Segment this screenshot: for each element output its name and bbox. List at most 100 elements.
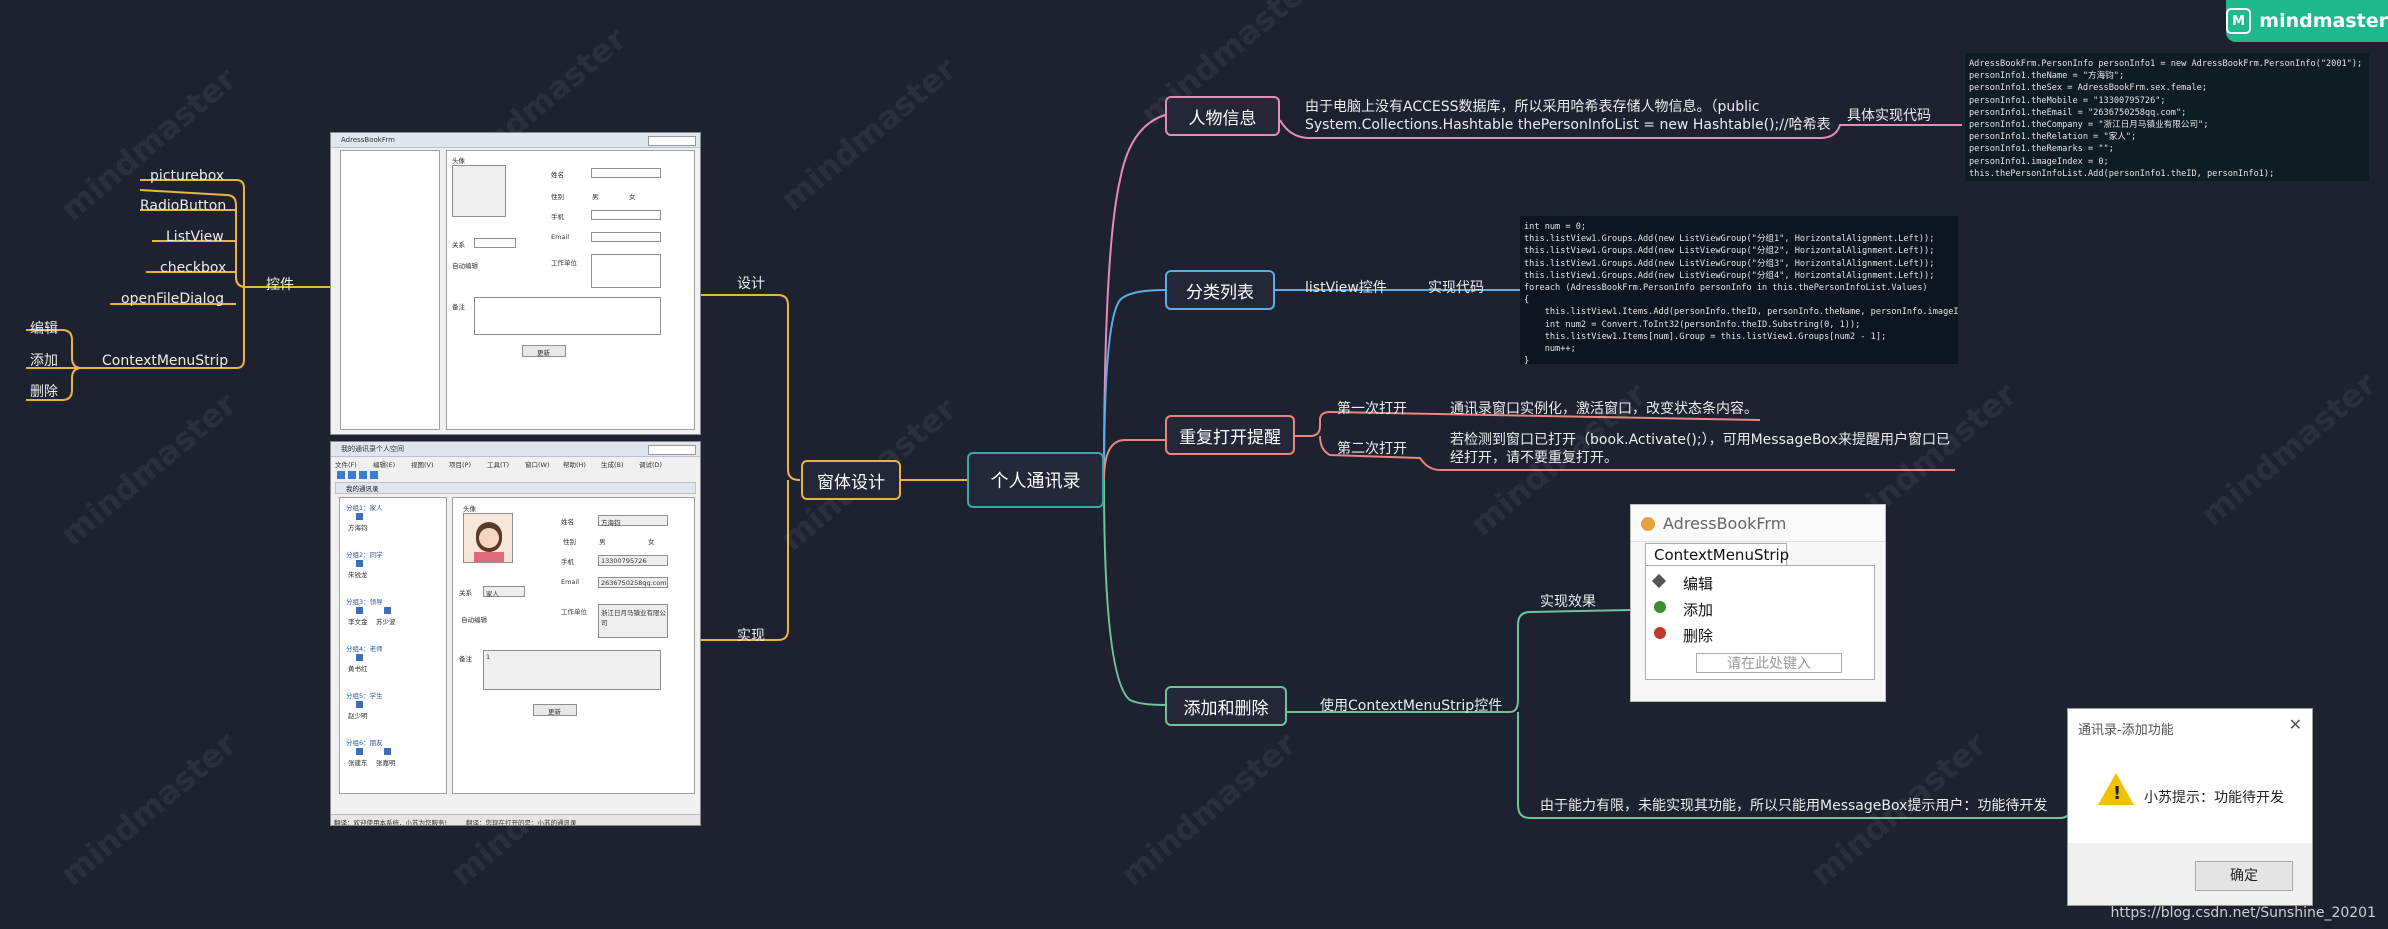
impl-form-window: 我的通讯录个人空间 文件(F) 编辑(E) 视图(V) 项目(P) 工具(T) 窗口(W)…: [330, 441, 701, 826]
impl-mobile-label: 手机: [561, 558, 574, 566]
label-use-contextmenustrip[interactable]: 使用ContextMenuStrip控件: [1320, 697, 1502, 715]
contact-name[interactable]: 张嘉明: [376, 757, 396, 767]
impl-mobile-input[interactable]: 13300795726: [598, 555, 668, 566]
contact-name[interactable]: 赵少明: [348, 710, 368, 720]
label-controls[interactable]: 控件: [266, 276, 294, 294]
design-detail-pane: 头像 姓名 性别 男 女 手机 Email 关系 自动编辑 工作单位 备注 更新: [446, 150, 695, 430]
context-item-edit[interactable]: 编辑: [1646, 570, 1874, 594]
label-effect[interactable]: 实现效果: [1540, 593, 1596, 611]
impl-remarks-input[interactable]: 1: [483, 650, 661, 690]
control-item[interactable]: ListView: [166, 228, 224, 246]
group-header[interactable]: 分组6：朋友: [346, 737, 383, 747]
label-impl-code[interactable]: 实现代码: [1428, 279, 1484, 297]
code-line: int num = 0;: [1524, 222, 1587, 232]
label-impl-code[interactable]: 具体实现代码: [1847, 107, 1931, 125]
design-autostart-checkbox[interactable]: 自动编辑: [452, 260, 478, 270]
group-header[interactable]: 分组5：学生: [346, 690, 383, 700]
source-url[interactable]: https://blog.csdn.net/Sunshine_20201: [2111, 905, 2376, 921]
context-type-here-input[interactable]: 请在此处键入: [1696, 653, 1842, 673]
impl-photo-box[interactable]: [463, 513, 513, 563]
window-controls-icon[interactable]: [648, 136, 696, 146]
label-first-open[interactable]: 第一次打开: [1337, 400, 1407, 418]
close-icon[interactable]: ✕: [2289, 715, 2302, 734]
menu-item[interactable]: 帮助(H): [563, 459, 586, 469]
control-item[interactable]: picturebox: [150, 167, 224, 185]
context-menu-strip-tab[interactable]: ContextMenuStrip: [1645, 543, 1789, 565]
menu-item[interactable]: 窗口(W): [525, 459, 550, 469]
window-controls-icon[interactable]: [648, 445, 696, 455]
context-item[interactable]: 编辑: [30, 320, 58, 338]
menu-item[interactable]: 编辑(E): [373, 459, 395, 469]
impl-name-input[interactable]: 方海钧: [598, 515, 668, 527]
design-remarks-label: 备注: [452, 303, 465, 311]
context-item[interactable]: 添加: [30, 352, 58, 370]
context-menu-screenshot: AdressBookFrm ContextMenuStrip 编辑 添加 删除 …: [1630, 504, 1886, 702]
group-header[interactable]: 分组3：领导: [346, 596, 383, 606]
impl-sex-label: 性别: [563, 538, 576, 546]
impl-female-radio[interactable]: 女: [648, 536, 655, 546]
menu-item[interactable]: 文件(F): [335, 459, 357, 469]
design-update-button[interactable]: 更新: [522, 345, 566, 357]
contact-name[interactable]: 黄书红: [348, 663, 368, 673]
label-second-open[interactable]: 第二次打开: [1337, 440, 1407, 458]
contact-name[interactable]: 张建东: [348, 757, 368, 767]
label-implement[interactable]: 实现: [737, 627, 765, 645]
impl-relation-input[interactable]: 家人: [483, 586, 525, 598]
root-node[interactable]: 个人通讯录: [967, 452, 1104, 508]
toolbar-icon[interactable]: [370, 471, 378, 479]
contact-name[interactable]: 李文金: [348, 616, 368, 626]
design-sex-label: 性别: [551, 193, 564, 201]
node-person-info[interactable]: 人物信息: [1165, 96, 1280, 136]
design-name-input[interactable]: [591, 168, 661, 178]
contact-name[interactable]: 苏少波: [376, 616, 396, 626]
impl-company-input[interactable]: 浙江日月马镇业有限公司: [598, 604, 668, 638]
menu-item[interactable]: 调试(D): [639, 459, 662, 469]
control-item[interactable]: ContextMenuStrip: [102, 352, 228, 370]
menu-item[interactable]: 生成(B): [601, 459, 624, 469]
toolbar-icon[interactable]: [359, 471, 367, 479]
impl-male-radio[interactable]: 男: [599, 536, 606, 546]
design-photo-box[interactable]: [452, 165, 506, 217]
context-item-delete[interactable]: 删除: [1646, 622, 1874, 646]
impl-autostart-checkbox[interactable]: 自动编辑: [461, 614, 487, 624]
control-item[interactable]: checkbox: [160, 259, 226, 277]
menu-item[interactable]: 项目(P): [449, 459, 471, 469]
mindmaster-badge[interactable]: M mindmaster: [2226, 0, 2388, 42]
impl-email-input[interactable]: 2636750258qq.com: [598, 577, 668, 588]
control-item[interactable]: openFileDialog: [121, 290, 224, 308]
node-window-design[interactable]: 窗体设计: [801, 460, 901, 500]
design-female-radio[interactable]: 女: [629, 191, 636, 201]
contact-name[interactable]: 朱锐龙: [348, 569, 368, 579]
node-add-delete[interactable]: 添加和删除: [1165, 686, 1287, 726]
design-company-input[interactable]: [591, 254, 661, 288]
context-item[interactable]: 删除: [30, 383, 58, 401]
group-header[interactable]: 分组2：同学: [346, 549, 383, 559]
ok-button[interactable]: 确定: [2195, 861, 2293, 891]
design-remarks-input[interactable]: [474, 297, 661, 335]
contact-name[interactable]: 方海钧: [348, 522, 368, 532]
person-info-desc: 由于电脑上没有ACCESS数据库，所以采用哈希表存储人物信息。（public: [1305, 99, 1760, 115]
label-design[interactable]: 设计: [737, 275, 765, 293]
design-list-pane[interactable]: [340, 150, 440, 430]
label-listview[interactable]: listView控件: [1305, 279, 1387, 297]
design-mobile-input[interactable]: [591, 210, 661, 220]
contact-icon: [356, 654, 363, 661]
toolbar-icon[interactable]: [348, 471, 356, 479]
context-item-add[interactable]: 添加: [1646, 596, 1874, 620]
node-category-list[interactable]: 分类列表: [1165, 270, 1275, 310]
design-relation-input[interactable]: [474, 238, 516, 248]
impl-toolbar: [335, 470, 395, 480]
node-reopen-reminder[interactable]: 重复打开提醒: [1165, 415, 1295, 455]
group-header[interactable]: 分组1：家人: [346, 502, 383, 512]
menu-item[interactable]: 视图(V): [411, 459, 434, 469]
impl-status-bar: 翻译：欢迎使用本系统，小苏为您服务! 翻译：您现在打开的是：小苏的通讯录: [331, 814, 700, 825]
group-header[interactable]: 分组4：老师: [346, 643, 383, 653]
dialog-title: 通讯录-添加功能: [2078, 723, 2174, 738]
impl-contact-list[interactable]: 分组1：家人 方海钧分组2：同学 朱锐龙分组3：领导 李文金 苏少波分组4：老师 黄书红分…: [339, 497, 447, 794]
design-email-input[interactable]: [591, 232, 661, 242]
impl-update-button[interactable]: 更新: [533, 704, 577, 716]
control-item[interactable]: RadioButton: [140, 197, 226, 215]
design-male-radio[interactable]: 男: [592, 191, 599, 201]
toolbar-icon[interactable]: [337, 471, 345, 479]
menu-item[interactable]: 工具(T): [487, 459, 509, 469]
